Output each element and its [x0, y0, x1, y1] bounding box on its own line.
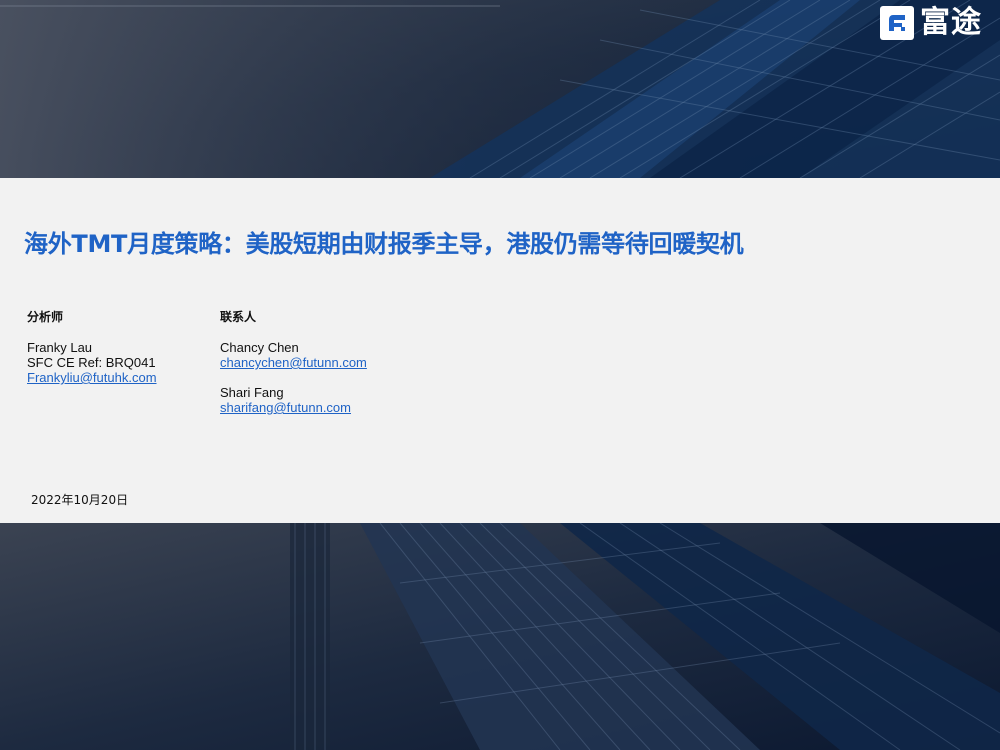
contact-email-link[interactable]: chancychen@futunn.com: [220, 355, 367, 370]
report-title: 海外TMT月度策略：美股短期由财报季主导，港股仍需等待回暖契机: [24, 230, 744, 258]
contact-name: Shari Fang: [220, 385, 284, 400]
footer-background-image: [0, 523, 1000, 750]
header-background-image: [0, 0, 1000, 178]
analyst-heading: 分析师: [27, 310, 64, 324]
contacts-section: 联系人 Chancy Chen chancychen@futunn.com Sh…: [220, 310, 367, 415]
futu-logo: 富途: [880, 6, 982, 40]
analyst-name: Franky Lau: [27, 340, 93, 355]
analyst-section: 分析师 Franky Lau SFC CE Ref: BRQ041 Franky…: [27, 310, 157, 385]
contact-name: Chancy Chen: [220, 340, 299, 355]
report-date: 2022年10月20日: [31, 493, 129, 507]
analyst-email-link[interactable]: Frankyliu@futuhk.com: [27, 370, 157, 385]
futu-logo-icon: [880, 6, 914, 40]
contact-email-link[interactable]: sharifang@futunn.com: [220, 400, 367, 415]
analyst-ref: SFC CE Ref: BRQ041: [27, 355, 156, 370]
contacts-heading: 联系人: [220, 310, 257, 324]
title-band: 海外TMT月度策略：美股短期由财报季主导，港股仍需等待回暖契机 分析师 Fran…: [0, 178, 1000, 523]
brand-name: 富途: [920, 5, 982, 40]
contact-spacer: [220, 370, 367, 385]
